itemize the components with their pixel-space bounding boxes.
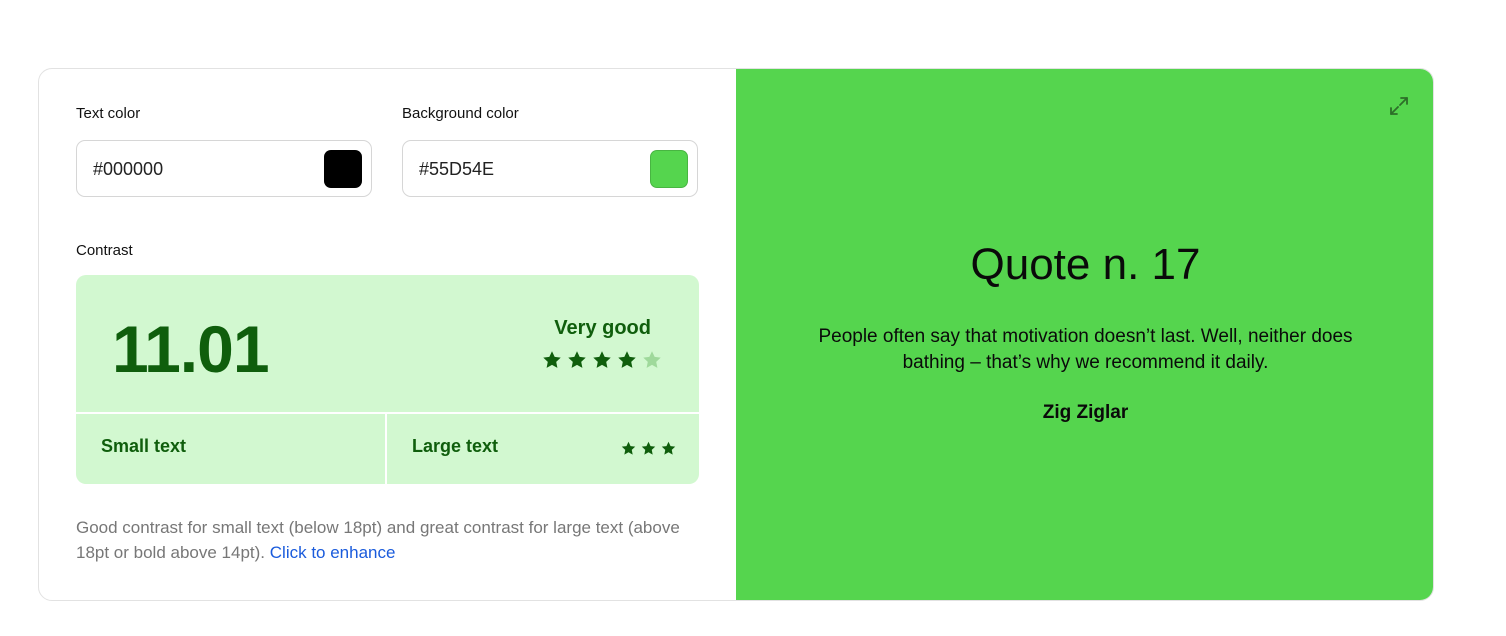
- small-text-label: Small text: [101, 436, 187, 456]
- preview-panel: Quote n. 17 People often say that motiva…: [736, 69, 1433, 600]
- expand-icon[interactable]: [1387, 94, 1411, 118]
- star-filled-icon: [641, 441, 656, 455]
- background-color-value[interactable]: #55D54E: [419, 159, 494, 180]
- large-text-rating: Large text: [387, 414, 699, 484]
- star-filled-icon: [618, 351, 636, 368]
- contrast-ratio: 11.01: [112, 312, 270, 386]
- controls-panel: Text color #000000 Background color #55D…: [39, 69, 736, 600]
- text-color-value[interactable]: #000000: [93, 159, 163, 180]
- contrast-result: 11.01 Very good Small text Large text: [76, 275, 699, 484]
- large-text-stars: [620, 440, 677, 457]
- contrast-stars: [541, 349, 663, 371]
- star-filled-icon: [661, 441, 676, 455]
- text-color-input[interactable]: #000000: [76, 140, 372, 197]
- contrast-note: Good contrast for small text (below 18pt…: [76, 515, 706, 565]
- contrast-checker-card: Text color #000000 Background color #55D…: [38, 68, 1434, 601]
- star-filled-icon: [621, 441, 636, 455]
- large-text-label: Large text: [412, 436, 499, 456]
- quote-text: People often say that motivation doesn’t…: [818, 326, 1353, 373]
- contrast-label: Contrast: [76, 242, 133, 259]
- quote-title: Quote n. 17: [970, 240, 1201, 289]
- star-filled-icon: [593, 351, 611, 368]
- star-filled-icon: [568, 351, 586, 368]
- background-color-swatch[interactable]: [650, 150, 688, 188]
- text-color-label: Text color: [76, 105, 141, 122]
- contrast-rating: Very good: [554, 317, 651, 339]
- star-filled-icon: [543, 351, 561, 368]
- enhance-link[interactable]: Click to enhance: [270, 543, 396, 562]
- star-empty-icon: [643, 351, 661, 368]
- background-color-input[interactable]: #55D54E: [402, 140, 698, 197]
- text-color-swatch[interactable]: [324, 150, 362, 188]
- small-text-rating: Small text: [76, 414, 385, 484]
- background-color-label: Background color: [402, 105, 519, 122]
- quote-author: Zig Ziglar: [1042, 402, 1129, 423]
